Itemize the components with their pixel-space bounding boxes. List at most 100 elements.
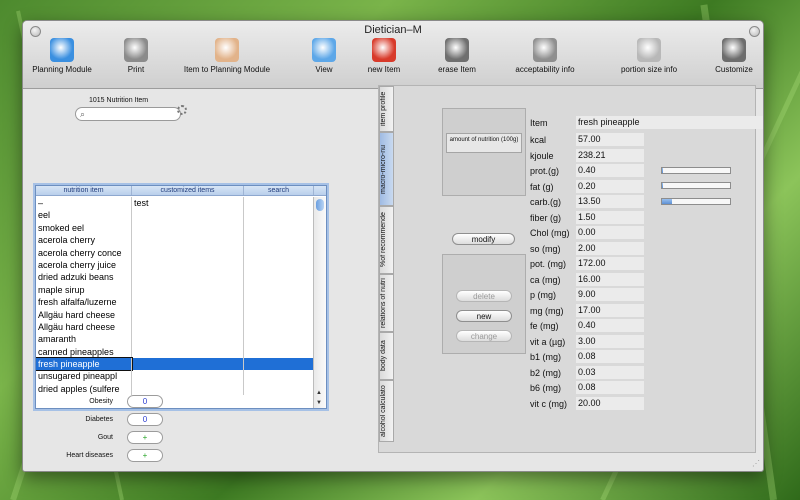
nutrition-item-table[interactable]: nutrition item customized items search –… xyxy=(35,185,327,409)
table-row[interactable]: smoked eel xyxy=(36,221,314,235)
delete-button[interactable]: delete xyxy=(456,290,512,302)
cell-search xyxy=(244,296,314,309)
scrollbar-thumb[interactable] xyxy=(316,199,324,211)
nutrient-row: b1 (mg) 0.08 xyxy=(530,350,644,364)
toolbar-button-view[interactable]: View xyxy=(301,38,347,74)
tab-macro-micro-nu[interactable]: macro-micro-nu xyxy=(379,132,394,206)
table-row[interactable]: acerola cherry xyxy=(36,234,314,247)
toolbar-button-erase-item[interactable]: erase Item xyxy=(423,38,491,74)
cell-search xyxy=(244,197,314,210)
nutrient-value-field[interactable]: 0.40 xyxy=(576,319,644,332)
nutrient-value-field[interactable]: 172.00 xyxy=(576,257,644,270)
risk-diabetes: Diabetes 0 xyxy=(23,413,173,427)
nutrient-value-field[interactable]: 0.03 xyxy=(576,365,644,379)
nutrient-value-field[interactable]: 2.00 xyxy=(576,241,644,255)
cell-customized-item xyxy=(132,320,244,334)
table-body: – test eel smoked eel acerola cherry acerola … xyxy=(36,197,314,408)
cell-nutrition-item: unsugared pineappl xyxy=(36,370,132,383)
tab-body-data[interactable]: body data xyxy=(379,332,394,380)
risk-value: 0 xyxy=(127,395,163,408)
cell-customized-item xyxy=(132,209,244,222)
nutrient-label: b1 (mg) xyxy=(530,352,562,362)
table-row[interactable]: Allgäu hard cheese xyxy=(36,320,314,334)
table-row[interactable]: fresh pineapple xyxy=(36,357,314,372)
new-item-icon xyxy=(372,38,396,62)
modify-button[interactable]: modify xyxy=(452,233,515,245)
nutrient-value-field[interactable]: 0.08 xyxy=(576,350,644,363)
trash-icon xyxy=(445,38,469,62)
toolbar-button-item-to-planning-module[interactable]: Item to Planning Module xyxy=(173,38,281,74)
cell-nutrition-item: acerola cherry conce xyxy=(36,246,132,259)
nutrient-value-field[interactable]: 0.00 xyxy=(576,226,644,239)
nutrient-value-field[interactable]: 20.00 xyxy=(576,396,644,410)
risk-value: + xyxy=(127,449,163,462)
nutrient-value-field[interactable]: 17.00 xyxy=(576,303,644,317)
nutrient-row: kjoule 238.21 xyxy=(530,148,644,163)
toolbar-button-planning-module[interactable]: Planning Module xyxy=(27,38,97,74)
nutrient-value-field[interactable]: 0.20 xyxy=(576,179,644,193)
scroll-up-arrow-icon[interactable]: ▲ xyxy=(316,390,322,396)
cell-customized-item xyxy=(132,296,244,309)
change-button[interactable]: change xyxy=(456,330,512,342)
search-input[interactable]: ⌕ xyxy=(75,107,181,121)
cell-nutrition-item: dried adzuki beans xyxy=(36,271,132,284)
table-row[interactable]: – test xyxy=(36,197,314,210)
toolbar-button-portion-size-info[interactable]: portion size info xyxy=(603,38,695,74)
table-row[interactable]: acerola cherry conce xyxy=(36,246,314,259)
nutrient-value-field[interactable]: 0.08 xyxy=(576,381,644,394)
table-row[interactable]: canned pineapples xyxy=(36,345,314,359)
column-header-search[interactable]: search xyxy=(244,186,314,195)
toolbar-button-print[interactable]: Print xyxy=(111,38,161,74)
tab-relations-of-nutri[interactable]: relations of nutri xyxy=(379,274,394,332)
tab-alcohol-calculato[interactable]: alcohol calculato xyxy=(379,380,394,442)
app-window: Dietician–M Planning Module Print Item to … xyxy=(22,20,764,472)
table-row[interactable]: maple sirup xyxy=(36,283,314,297)
nutrient-label: mg (mg) xyxy=(530,305,564,316)
column-header-nutrition-item[interactable]: nutrition item xyxy=(36,186,132,195)
cell-nutrition-item: dried apples (sulfere xyxy=(36,382,132,396)
table-row[interactable]: acerola cherry juice xyxy=(36,258,314,272)
toolbar-button-label: Planning Module xyxy=(32,65,92,74)
table-row[interactable]: dried apples (sulfere xyxy=(36,382,314,396)
nutrient-label: kjoule xyxy=(530,150,554,161)
table-row[interactable]: Allgäu hard cheese xyxy=(36,308,314,321)
nutrient-row: mg (mg) 17.00 xyxy=(530,303,644,318)
table-row[interactable]: eel xyxy=(36,209,314,222)
nutrient-value-field[interactable]: 9.00 xyxy=(576,288,644,301)
new-button[interactable]: new xyxy=(456,310,512,322)
risk-label: Gout xyxy=(97,434,113,441)
nutrient-value-field[interactable]: 0.40 xyxy=(576,164,644,177)
scroll-down-arrow-icon[interactable]: ▼ xyxy=(316,400,322,406)
question-icon xyxy=(533,38,557,62)
nutrient-value-field[interactable]: 57.00 xyxy=(576,133,644,146)
toolbar-button-new-item[interactable]: new Item xyxy=(355,38,413,74)
item-value-field[interactable]: fresh pineapple xyxy=(576,116,763,129)
column-header-customized-items[interactable]: customized items xyxy=(132,186,244,195)
table-row[interactable]: amaranth xyxy=(36,333,314,346)
cell-search xyxy=(244,221,314,235)
resize-grip-icon[interactable]: ⋰ xyxy=(752,459,760,468)
nutrient-value-field[interactable]: 3.00 xyxy=(576,334,644,348)
nutrient-value-field[interactable]: 1.50 xyxy=(576,210,644,224)
tab--of-recommende[interactable]: %of recommende xyxy=(379,206,394,274)
window-title: Dietician–M xyxy=(364,24,422,36)
toolbar-button-label: portion size info xyxy=(620,65,678,74)
nutrient-value-field[interactable]: 238.21 xyxy=(576,148,644,162)
toolbar-button-label: Customize xyxy=(715,65,753,74)
nutrient-value-field[interactable]: 16.00 xyxy=(576,272,644,286)
tab-item-profile[interactable]: item profile xyxy=(379,86,394,132)
nutrient-row: vit c (mg) 20.00 xyxy=(530,396,644,411)
printer-icon xyxy=(124,38,148,62)
table-row[interactable]: fresh alfalfa/luzerne xyxy=(36,296,314,309)
toolbar-button-customize[interactable]: Customize xyxy=(707,38,761,74)
table-row[interactable]: unsugared pineappl xyxy=(36,370,314,383)
toolbar-button-acceptability-info[interactable]: acceptability info xyxy=(505,38,585,74)
macro-bar-fill xyxy=(662,199,672,204)
table-row[interactable]: dried adzuki beans xyxy=(36,271,314,284)
table-scrollbar[interactable]: ▲ ▼ xyxy=(313,197,326,408)
title-bar: Dietician–M Planning Module Print Item to … xyxy=(23,21,763,89)
nutrient-row: ca (mg) 16.00 xyxy=(530,272,644,287)
cell-nutrition-item: smoked eel xyxy=(36,221,132,235)
nutrient-value-field[interactable]: 13.50 xyxy=(576,195,644,208)
nutrient-label: p (mg) xyxy=(530,290,557,300)
